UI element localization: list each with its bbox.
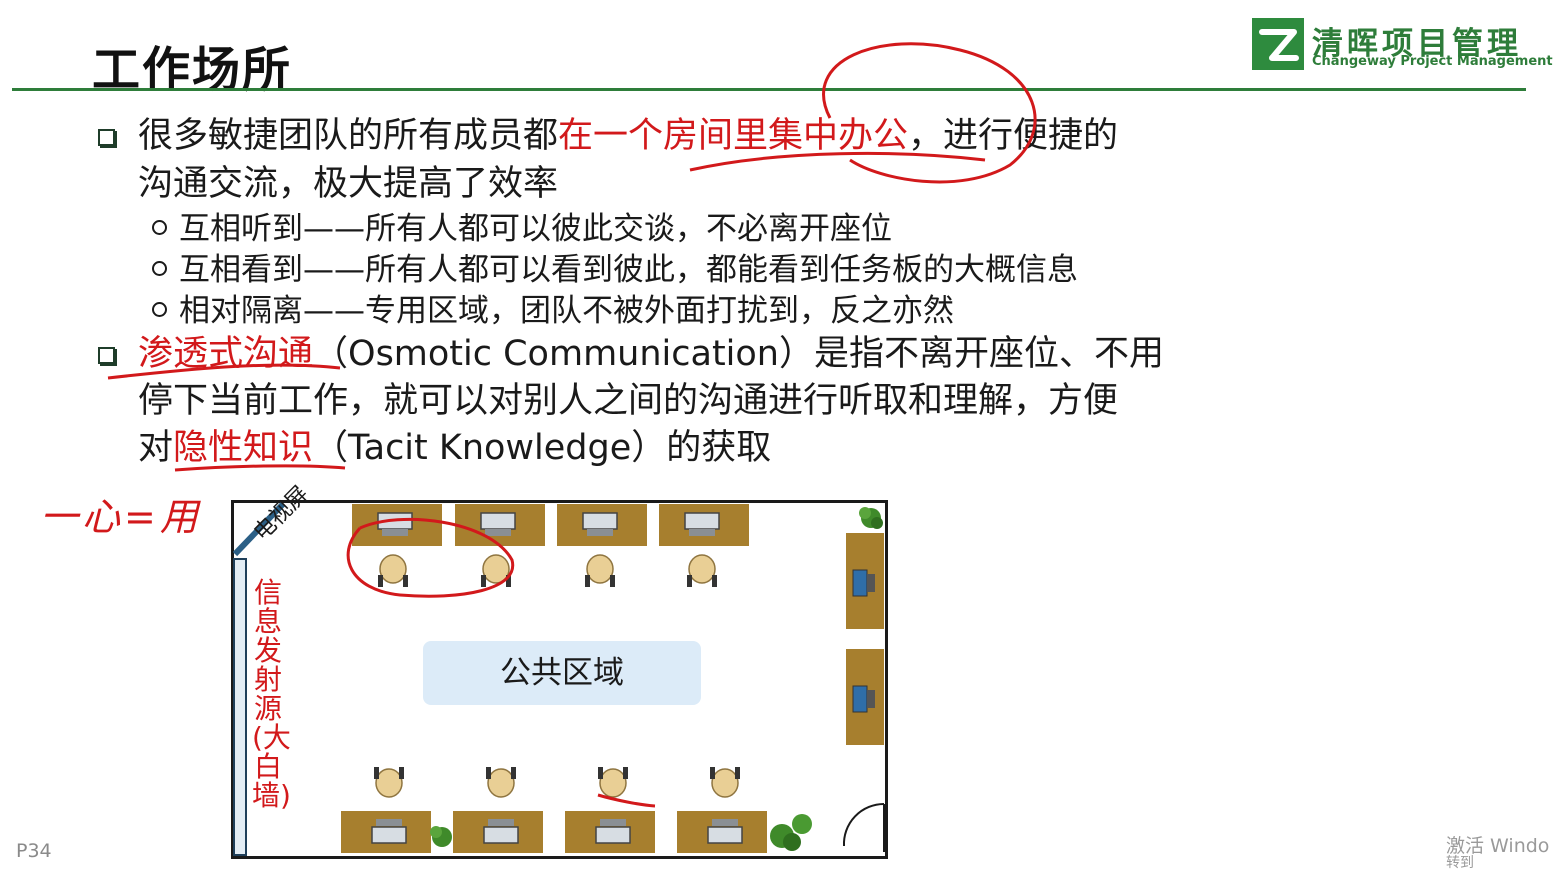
handwritten-annotations (107, 42, 1037, 808)
activation-watermark: 激活 Windo 转到 (1446, 831, 1549, 872)
page-number: P34 (16, 840, 52, 862)
handwritten-note: 一心=用 (40, 495, 202, 539)
